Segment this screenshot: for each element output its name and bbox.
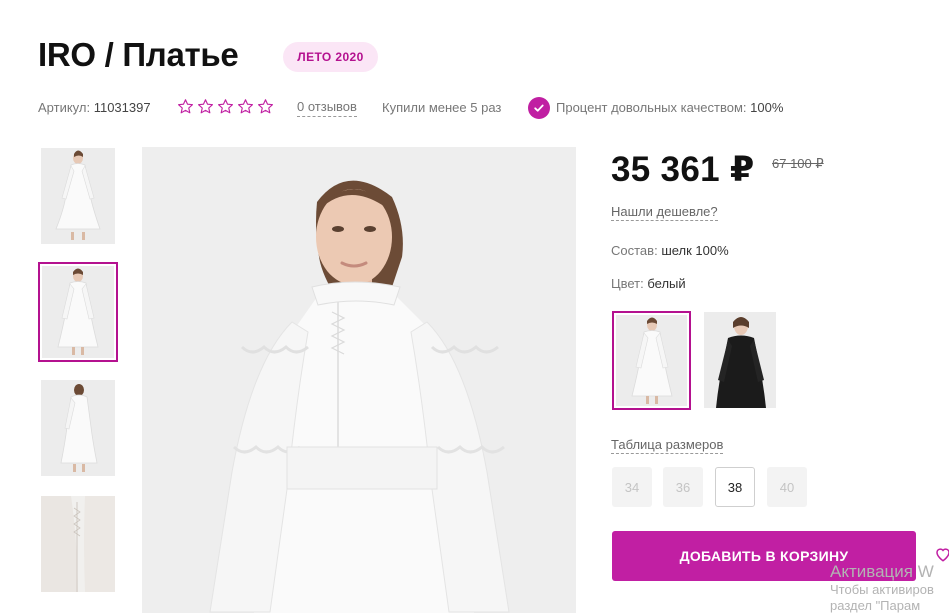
sku: Артикул: 11031397 (38, 97, 151, 119)
gallery-thumbnail-selected[interactable] (38, 262, 118, 362)
color-label: Цвет: (611, 276, 644, 291)
found-cheaper-link[interactable]: Нашли дешевле? (611, 203, 718, 221)
composition-label: Состав: (611, 243, 658, 258)
star-icon (257, 98, 274, 115)
size-option-38[interactable]: 38 (715, 467, 755, 507)
star-icon (217, 98, 234, 115)
quality-value: 100% (750, 100, 784, 115)
model-dress-photo (142, 147, 576, 613)
watermark-line-1: Активация W (830, 562, 934, 581)
quality-label: Процент довольных качеством: (556, 100, 747, 115)
star-icon (197, 98, 214, 115)
composition-value: шелк 100% (661, 243, 729, 258)
color-value: белый (647, 276, 686, 291)
size-option-40: 40 (767, 467, 807, 507)
current-price: 35 361 ₽ (611, 150, 755, 189)
rating-stars[interactable] (177, 98, 274, 115)
dress-thumbnail-image (42, 266, 114, 358)
product-meta-row: Артикул: 11031397 0 отзывов Купили менее… (38, 97, 938, 119)
season-badge: ЛЕТО 2020 (283, 42, 378, 72)
gallery-thumbnail[interactable] (41, 496, 115, 592)
size-chart-link[interactable]: Таблица размеров (611, 436, 724, 454)
black-dress-swatch (704, 312, 776, 408)
gallery-thumbnail[interactable] (41, 148, 115, 244)
composition: Состав: шелк 100% (611, 243, 729, 258)
color-option-black[interactable] (704, 312, 776, 408)
old-price: 67 100 ₽ (772, 156, 824, 171)
sku-label: Артикул: (38, 100, 91, 115)
size-option-34: 34 (612, 467, 652, 507)
bought-count: Купили менее 5 раз (382, 100, 502, 115)
star-icon (237, 98, 254, 115)
white-dress-swatch (616, 315, 687, 406)
watermark-line-3: раздел "Парам (830, 598, 921, 613)
check-icon (528, 97, 550, 119)
windows-activation-watermark: Активация W Чтобы активиров раздел "Пара… (830, 562, 934, 613)
color-info: Цвет: белый (611, 276, 686, 291)
dress-thumbnail-image (41, 148, 115, 244)
reviews-link[interactable]: 0 отзывов (297, 98, 357, 117)
star-icon (177, 98, 194, 115)
product-title: IRO / Платье (38, 36, 239, 73)
quality-rating: Процент довольных качеством: 100% (556, 97, 783, 119)
size-option-36: 36 (663, 467, 703, 507)
color-option-white[interactable] (612, 311, 691, 410)
watermark-line-2: Чтобы активиров (830, 582, 934, 597)
favorite-heart-icon[interactable] (934, 545, 949, 563)
main-product-image[interactable] (142, 147, 576, 613)
dress-thumbnail-image (41, 380, 115, 476)
gallery-thumbnail[interactable] (41, 380, 115, 476)
sku-value: 11031397 (93, 100, 151, 115)
dress-detail-image (41, 496, 115, 592)
